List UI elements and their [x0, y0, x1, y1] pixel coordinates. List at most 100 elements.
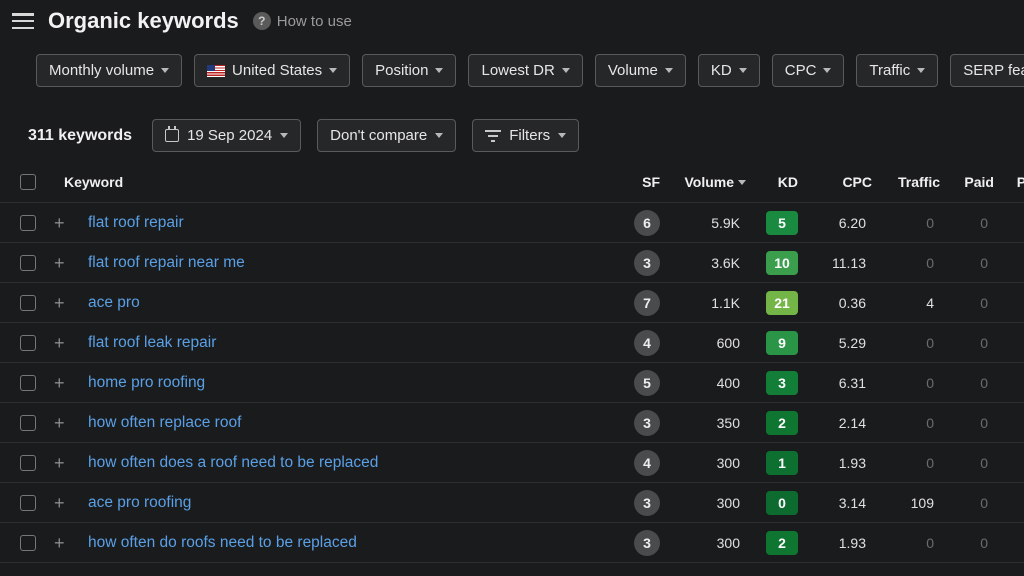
col-keyword[interactable]: Keyword [64, 174, 598, 190]
keyword-link[interactable]: ace pro roofing [88, 494, 598, 512]
chevron-down-icon [161, 68, 169, 73]
keyword-link[interactable]: how often do roofs need to be replaced [88, 534, 598, 552]
col-volume-label: Volume [684, 174, 734, 190]
expand-icon[interactable]: + [54, 294, 88, 312]
keyword-link[interactable]: flat roof repair [88, 214, 598, 232]
kd-badge: 2 [766, 531, 798, 555]
sf-badge[interactable]: 3 [634, 250, 660, 276]
date-picker-button[interactable]: 19 Sep 2024 [152, 119, 301, 152]
cell-cpc: 6.31 [798, 375, 872, 391]
cell-traffic: 0 [872, 255, 940, 271]
col-sf[interactable]: SF [598, 174, 660, 190]
sf-badge[interactable]: 5 [634, 370, 660, 396]
sf-badge[interactable]: 3 [634, 490, 660, 516]
filter-country[interactable]: United States [194, 54, 350, 87]
row-checkbox[interactable] [20, 455, 36, 471]
how-to-use-link[interactable]: ? How to use [253, 12, 352, 30]
col-kd[interactable]: KD [746, 174, 798, 190]
col-cpc[interactable]: CPC [798, 174, 872, 190]
filter-kd[interactable]: KD [698, 54, 760, 87]
cell-traffic: 0 [872, 415, 940, 431]
filter-position[interactable]: Position [362, 54, 456, 87]
chevron-down-icon [435, 68, 443, 73]
expand-icon[interactable]: + [54, 414, 88, 432]
chevron-down-icon [823, 68, 831, 73]
sf-badge[interactable]: 4 [634, 330, 660, 356]
cell-volume: 5.9K [660, 215, 746, 231]
help-label: How to use [277, 13, 352, 30]
page-title: Organic keywords [48, 8, 239, 34]
expand-icon[interactable]: + [54, 334, 88, 352]
sf-badge[interactable]: 3 [634, 530, 660, 556]
keyword-link[interactable]: how often replace roof [88, 414, 598, 432]
filter-label: SERP feature [963, 62, 1024, 79]
cell-traffic: 4 [872, 295, 940, 311]
sf-badge[interactable]: 6 [634, 210, 660, 236]
cell-traffic: 0 [872, 215, 940, 231]
table-row: + ace pro roofing 3 300 0 3.14 109 0 1 [0, 483, 1024, 523]
table-row: + how often do roofs need to be replaced… [0, 523, 1024, 563]
expand-icon[interactable]: + [54, 214, 88, 232]
row-checkbox[interactable] [20, 415, 36, 431]
expand-icon[interactable]: + [54, 454, 88, 472]
col-position[interactable]: Position [994, 174, 1024, 190]
row-checkbox[interactable] [20, 535, 36, 551]
filter-volume[interactable]: Volume [595, 54, 686, 87]
expand-icon[interactable]: + [54, 494, 88, 512]
kd-badge: 3 [766, 371, 798, 395]
cell-cpc: 3.14 [798, 495, 872, 511]
filter-label: Volume [608, 62, 658, 79]
cell-cpc: 1.93 [798, 455, 872, 471]
cell-paid: 0 [940, 335, 994, 351]
col-traffic[interactable]: Traffic [872, 174, 940, 190]
table-row: + flat roof repair 6 5.9K 5 6.20 0 0 81 [0, 203, 1024, 243]
row-checkbox[interactable] [20, 255, 36, 271]
table-row: + how often replace roof 3 350 2 2.14 0 … [0, 403, 1024, 443]
row-checkbox[interactable] [20, 375, 36, 391]
expand-icon[interactable]: + [54, 254, 88, 272]
keyword-link[interactable]: ace pro [88, 294, 598, 312]
filter-traffic[interactable]: Traffic [856, 54, 938, 87]
keyword-link[interactable]: how often does a roof need to be replace… [88, 454, 598, 472]
sf-badge[interactable]: 7 [634, 290, 660, 316]
col-paid[interactable]: Paid [940, 174, 994, 190]
cell-cpc: 1.93 [798, 535, 872, 551]
col-volume[interactable]: Volume [684, 174, 746, 190]
sf-badge[interactable]: 4 [634, 450, 660, 476]
expand-icon[interactable]: + [54, 374, 88, 392]
filter-lowest-dr[interactable]: Lowest DR [468, 54, 582, 87]
cell-volume: 300 [660, 535, 746, 551]
table-row: + flat roof repair near me 3 3.6K 10 11.… [0, 243, 1024, 283]
row-checkbox[interactable] [20, 495, 36, 511]
row-checkbox[interactable] [20, 295, 36, 311]
cell-position: 91 [994, 415, 1024, 431]
cell-cpc: 0.36 [798, 295, 872, 311]
hamburger-menu-icon[interactable] [12, 13, 34, 29]
filters-button[interactable]: Filters [472, 119, 579, 152]
keyword-link[interactable]: home pro roofing [88, 374, 598, 392]
cell-cpc: 6.20 [798, 215, 872, 231]
cell-position: 81 [994, 215, 1024, 231]
filter-label: Position [375, 62, 428, 79]
chevron-down-icon [329, 68, 337, 73]
keyword-link[interactable]: flat roof leak repair [88, 334, 598, 352]
compare-button[interactable]: Don't compare [317, 119, 456, 152]
keyword-link[interactable]: flat roof repair near me [88, 254, 598, 272]
expand-icon[interactable]: + [54, 534, 88, 552]
filter-label: KD [711, 62, 732, 79]
select-all-checkbox[interactable] [20, 174, 36, 190]
cell-position: 74 [994, 375, 1024, 391]
cell-paid: 0 [940, 215, 994, 231]
sf-badge[interactable]: 3 [634, 410, 660, 436]
cell-paid: 0 [940, 495, 994, 511]
filter-serp-features[interactable]: SERP feature [950, 54, 1024, 87]
chevron-down-icon [280, 133, 288, 138]
filter-cpc[interactable]: CPC [772, 54, 845, 87]
filter-monthly-volume[interactable]: Monthly volume [36, 54, 182, 87]
cell-traffic: 109 [872, 495, 940, 511]
row-checkbox[interactable] [20, 215, 36, 231]
date-label: 19 Sep 2024 [187, 127, 272, 144]
row-checkbox[interactable] [20, 335, 36, 351]
cell-volume: 300 [660, 495, 746, 511]
cell-cpc: 5.29 [798, 335, 872, 351]
